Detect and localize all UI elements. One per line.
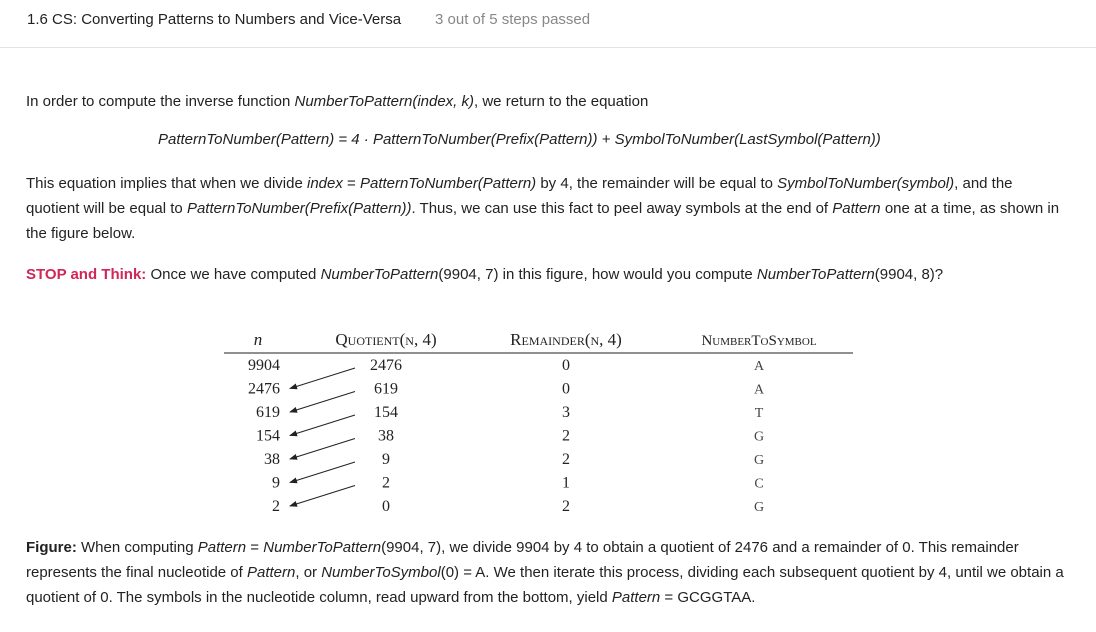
- arrow: [289, 485, 356, 507]
- text-italic: Pattern: [197, 539, 247, 556]
- cell-quotient: 38: [378, 428, 394, 445]
- text: by 4, the remainder will be equal to: [536, 175, 778, 192]
- text-italic: Pattern: [832, 200, 881, 217]
- cell-n: 9: [272, 475, 280, 492]
- text-italic: PatternToNumber(Pattern): [359, 175, 537, 192]
- text-italic: NumberToPattern: [756, 266, 875, 283]
- text: , or: [295, 564, 322, 581]
- header-n: n: [254, 330, 263, 349]
- intro-text: In order to compute the inverse function: [26, 93, 295, 110]
- header-symbol: NumberToSymbol: [701, 333, 816, 349]
- arrow: [289, 438, 356, 460]
- text: This equation implies that when we divid…: [26, 175, 307, 192]
- text-italic: NumberToPattern: [263, 539, 382, 556]
- cell-remainder: 0: [562, 381, 570, 398]
- cell-remainder: 2: [562, 451, 570, 468]
- intro-function: NumberToPattern(index, k): [294, 93, 475, 110]
- text: =: [342, 175, 360, 192]
- text-italic: PatternToNumber(Prefix(Pattern)): [186, 200, 412, 217]
- cell-quotient: 154: [374, 404, 398, 421]
- steps-progress[interactable]: 3 out of 5 steps passed: [435, 11, 590, 28]
- cell-symbol: G: [754, 430, 764, 445]
- text: . Thus, we can use this fact to peel awa…: [411, 200, 833, 217]
- lesson-title: 1.6 CS: Converting Patterns to Numbers a…: [27, 11, 402, 28]
- equation-text: PatternToNumber(Pattern) = 4 · PatternTo…: [158, 131, 881, 148]
- cell-quotient: 619: [374, 381, 398, 398]
- cell-remainder: 2: [562, 428, 570, 445]
- cell-quotient: 2476: [370, 357, 402, 374]
- text-italic: NumberToPattern: [320, 266, 439, 283]
- header-quotient: Quotient(n, 4): [335, 330, 436, 349]
- cell-quotient: 2: [382, 475, 390, 492]
- text: =: [246, 539, 264, 556]
- cell-symbol: C: [754, 477, 763, 492]
- cell-n: 9904: [248, 357, 280, 374]
- caption-label: Figure:: [26, 539, 77, 556]
- cell-remainder: 0: [562, 357, 570, 374]
- lesson-header: 1.6 CS: Converting Patterns to Numbers a…: [0, 0, 1096, 48]
- text: (9904, 7) in this figure, how would you …: [438, 266, 757, 283]
- cell-n: 2: [272, 498, 280, 515]
- text-italic: NumberToSymbol: [321, 564, 441, 581]
- arrow: [289, 414, 356, 437]
- equation: PatternToNumber(Pattern) = 4 · PatternTo…: [158, 131, 881, 148]
- cell-n: 2476: [248, 381, 280, 398]
- cell-symbol: A: [754, 383, 765, 398]
- cell-remainder: 1: [562, 475, 570, 492]
- text-italic: Pattern: [611, 589, 661, 606]
- cell-quotient: 9: [382, 451, 390, 468]
- cell-remainder: 3: [562, 404, 570, 421]
- cell-symbol: G: [754, 500, 764, 515]
- arrow: [289, 461, 356, 484]
- intro-paragraph: In order to compute the inverse function…: [26, 89, 1076, 114]
- cell-n: 619: [256, 404, 280, 421]
- text-italic: Pattern: [246, 564, 296, 581]
- cell-symbol: G: [754, 453, 764, 468]
- cell-symbol: T: [755, 406, 764, 421]
- cell-remainder: 2: [562, 498, 570, 515]
- figure-caption: Figure: When computing Pattern = NumberT…: [26, 535, 1072, 610]
- text: When computing: [76, 539, 198, 556]
- text-italic: SymbolToNumber(symbol): [777, 175, 955, 192]
- text-italic: index: [307, 175, 343, 192]
- header-remainder: Remainder(n, 4): [510, 330, 622, 349]
- cell-n: 154: [256, 428, 280, 445]
- cell-quotient: 0: [382, 498, 390, 515]
- stop-and-think: STOP and Think: Once we have computed Nu…: [26, 262, 1076, 287]
- arrow: [289, 391, 356, 413]
- text: (9904, 8)?: [874, 266, 944, 283]
- cell-symbol: A: [754, 359, 765, 374]
- text: = GCGGTAA.: [660, 589, 756, 606]
- arrow: [289, 367, 356, 390]
- stop-label: STOP and Think:: [26, 266, 147, 283]
- text: Once we have computed: [146, 266, 321, 283]
- cell-n: 38: [264, 451, 280, 468]
- explanation-paragraph: This equation implies that when we divid…: [26, 171, 1070, 246]
- intro-text-end: , we return to the equation: [474, 93, 649, 110]
